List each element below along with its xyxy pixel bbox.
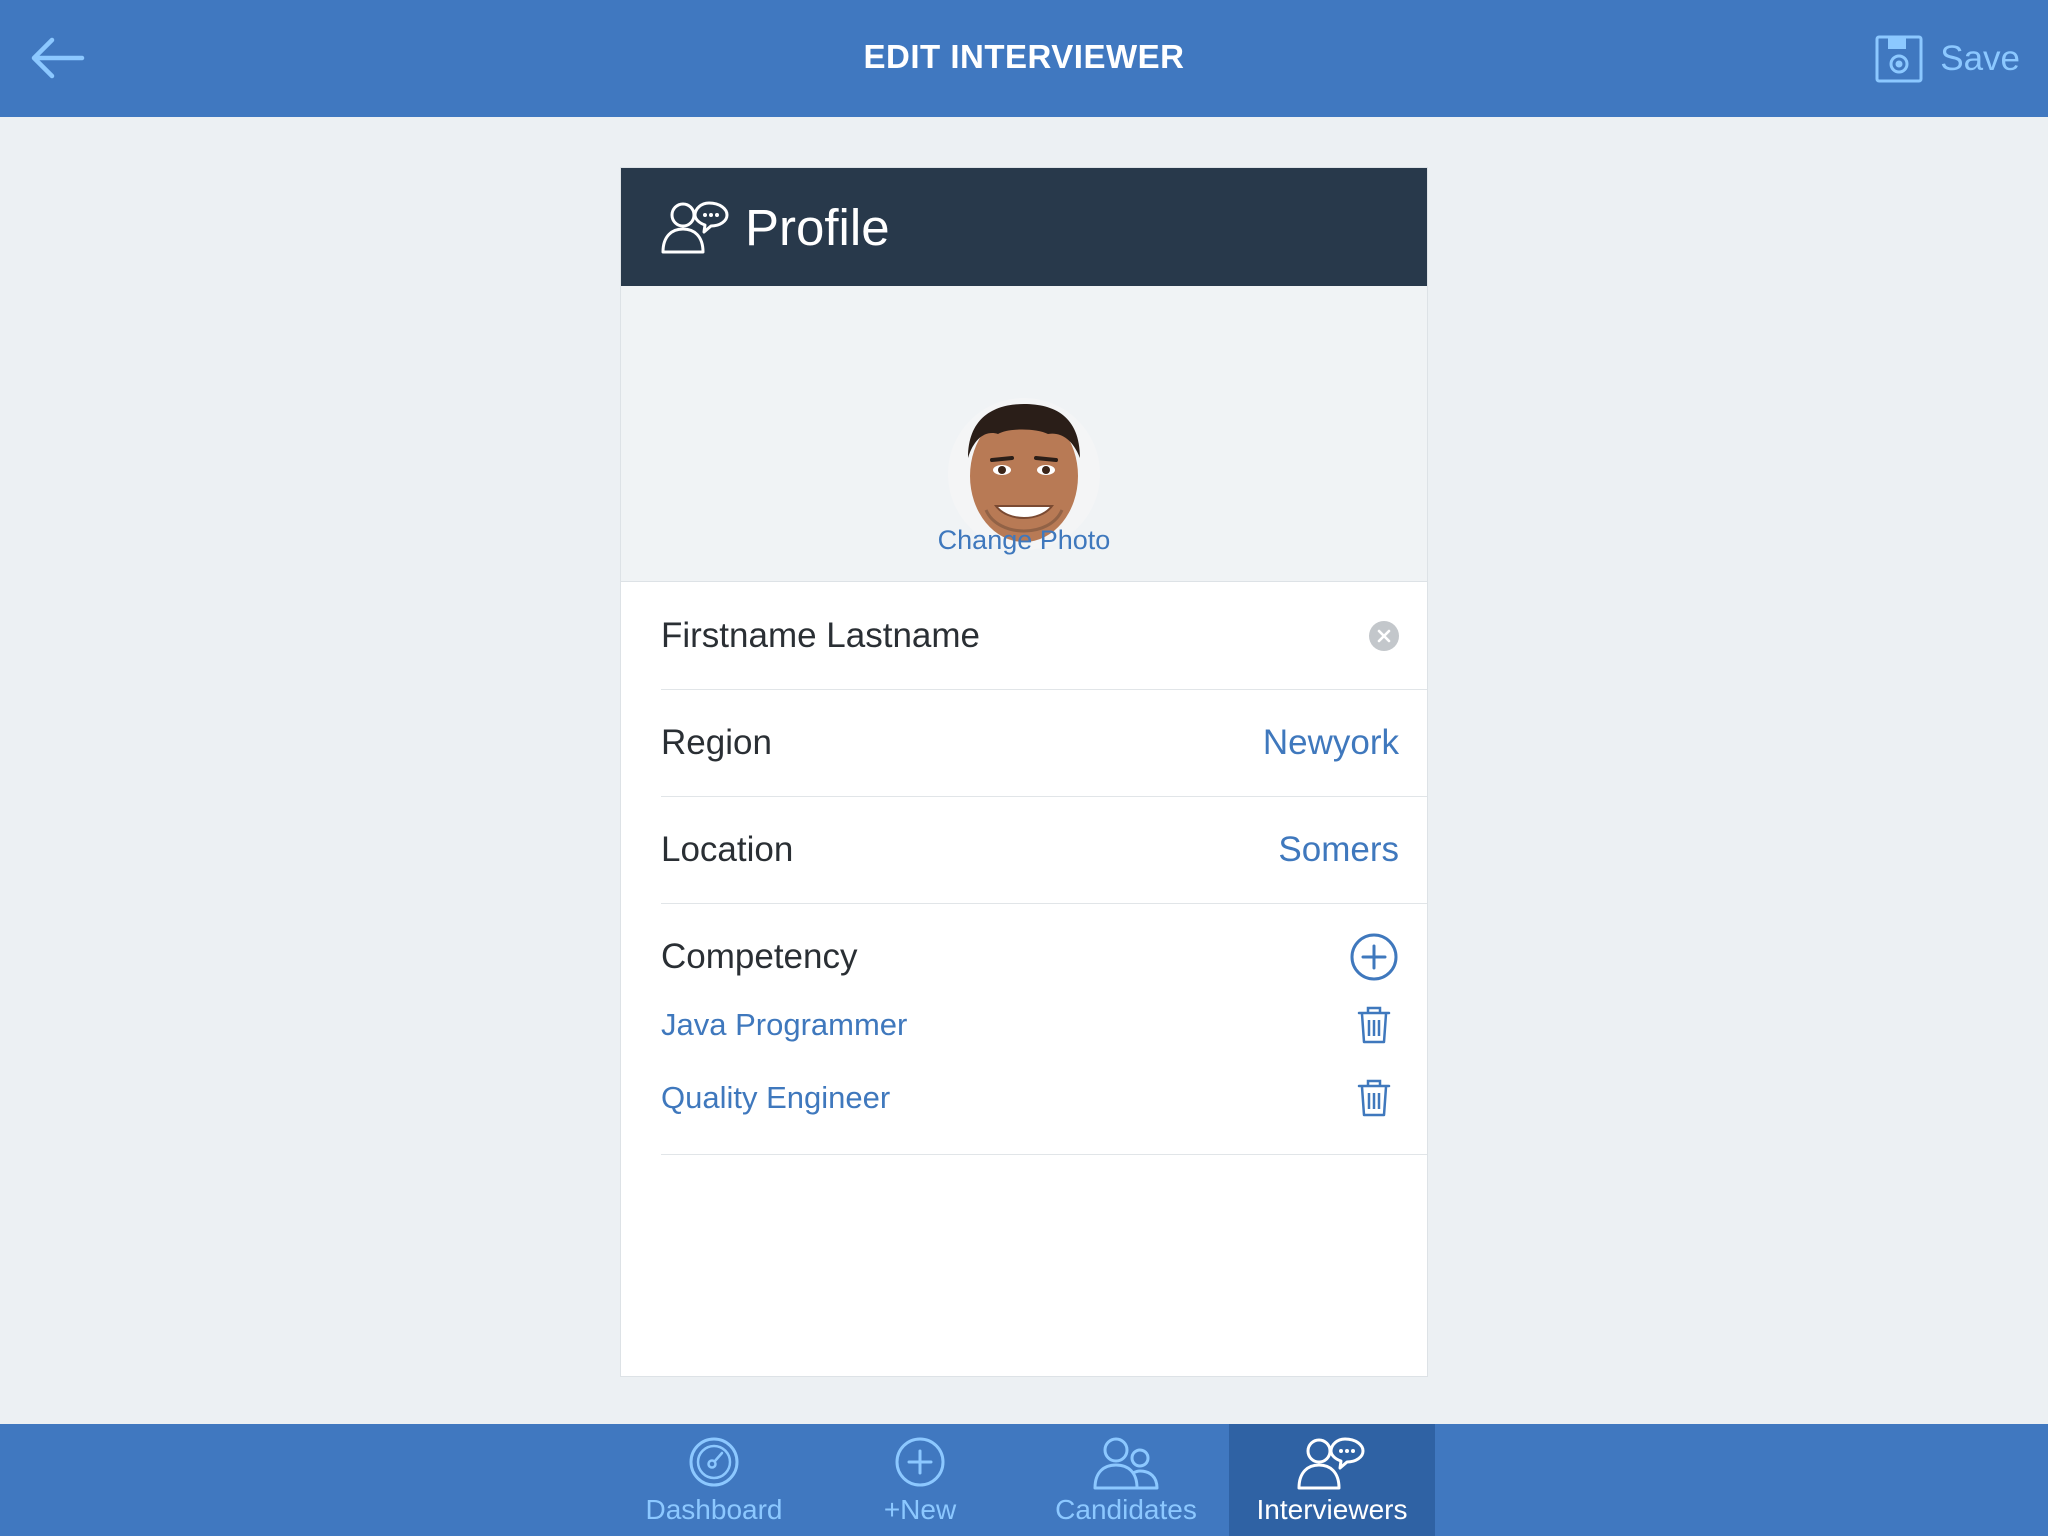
tab-dashboard[interactable]: Dashboard bbox=[611, 1424, 817, 1536]
save-button-label: Save bbox=[1940, 39, 2020, 78]
name-row bbox=[661, 583, 1427, 690]
competency-label: Competency bbox=[661, 937, 858, 976]
save-button[interactable]: Save bbox=[1874, 32, 2020, 86]
top-navigation-bar: EDIT INTERVIEWER Save bbox=[0, 0, 2048, 117]
trash-icon[interactable] bbox=[1357, 1006, 1391, 1044]
region-value[interactable]: Newyork bbox=[1263, 723, 1399, 763]
floppy-disk-icon bbox=[1875, 35, 1923, 83]
page-title: EDIT INTERVIEWER bbox=[863, 38, 1185, 75]
interviewers-icon bbox=[1297, 1437, 1365, 1490]
tab-candidates-label: Candidates bbox=[1055, 1494, 1197, 1525]
competency-item: Java Programmer bbox=[661, 995, 1427, 1055]
interviewers-icon bbox=[661, 201, 729, 254]
add-circle-icon bbox=[895, 1437, 945, 1487]
change-photo-link[interactable]: Change Photo bbox=[621, 525, 1427, 556]
bottom-tab-bar: Dashboard +New Candidates Interviewers bbox=[0, 1424, 2048, 1536]
competency-item: Quality Engineer bbox=[661, 1068, 1427, 1128]
tab-candidates[interactable]: Candidates bbox=[1023, 1424, 1229, 1536]
location-label: Location bbox=[661, 830, 794, 869]
competency-item-label[interactable]: Java Programmer bbox=[661, 1007, 907, 1043]
candidates-icon bbox=[1093, 1437, 1159, 1490]
dashboard-gauge-icon bbox=[689, 1437, 739, 1487]
tab-new-label: +New bbox=[883, 1494, 957, 1525]
clear-x-icon bbox=[1377, 629, 1391, 643]
region-row[interactable]: Region Newyork bbox=[661, 690, 1427, 797]
competency-divider bbox=[661, 1128, 1427, 1155]
profile-title: Profile bbox=[745, 199, 890, 256]
name-input[interactable] bbox=[661, 616, 1301, 656]
tab-interviewers-label: Interviewers bbox=[1256, 1494, 1408, 1525]
clear-name-button[interactable] bbox=[1369, 621, 1399, 651]
add-competency-icon[interactable] bbox=[1349, 932, 1399, 982]
profile-card: Profile Change Photo Region Newyork bbox=[620, 167, 1428, 1377]
location-row[interactable]: Location Somers bbox=[661, 797, 1427, 904]
trash-icon[interactable] bbox=[1357, 1079, 1391, 1117]
competency-item-label[interactable]: Quality Engineer bbox=[661, 1080, 890, 1116]
profile-card-header: Profile bbox=[621, 168, 1427, 286]
region-label: Region bbox=[661, 723, 772, 762]
tab-dashboard-label: Dashboard bbox=[645, 1494, 783, 1525]
location-value[interactable]: Somers bbox=[1278, 830, 1399, 870]
tab-interviewers[interactable]: Interviewers bbox=[1229, 1424, 1435, 1536]
tab-new[interactable]: +New bbox=[817, 1424, 1023, 1536]
